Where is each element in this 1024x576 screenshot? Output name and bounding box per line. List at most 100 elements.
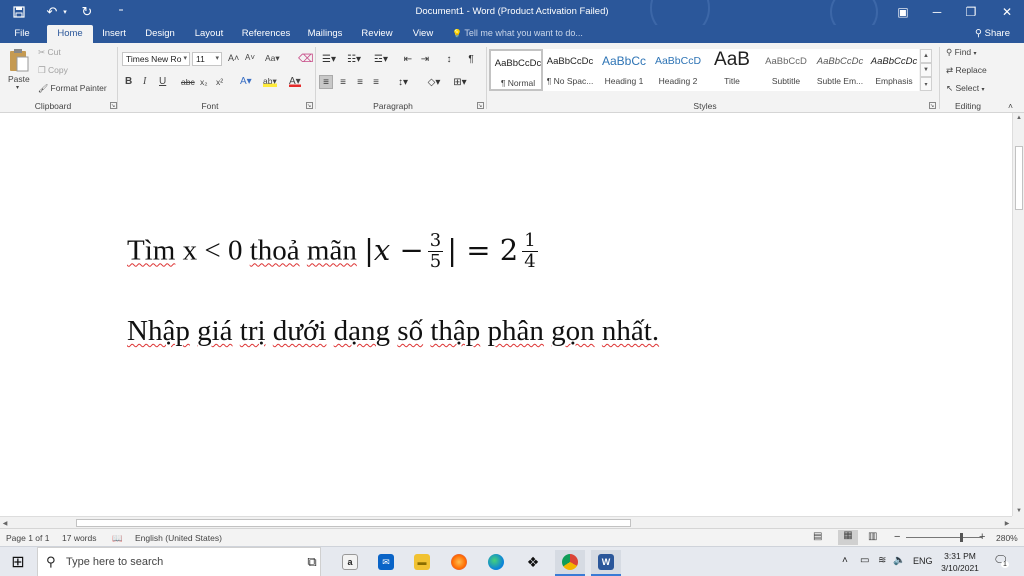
style-title[interactable]: AaB Title: [705, 49, 759, 91]
center-button[interactable]: ≡: [336, 75, 350, 89]
paste-icon[interactable]: [6, 46, 32, 74]
page-count[interactable]: Page 1 of 1: [6, 533, 49, 543]
amazon-icon[interactable]: a: [335, 550, 365, 574]
styles-launcher-icon[interactable]: ↘: [929, 102, 936, 109]
font-launcher-icon[interactable]: ↘: [306, 102, 313, 109]
shrink-font-button[interactable]: A˅: [245, 53, 255, 62]
subscript-button[interactable]: x₂: [200, 77, 208, 87]
windows-start-icon[interactable]: ⊞: [3, 550, 33, 574]
style-subtitle[interactable]: AaBbCcD Subtitle: [759, 49, 813, 91]
zoom-slider-knob[interactable]: [959, 533, 963, 542]
show-formatting-marks-button[interactable]: ¶: [464, 52, 478, 66]
instruction-line[interactable]: Nhập giá trị dưới dạng số thập phân gọn …: [127, 315, 659, 348]
line-spacing-button[interactable]: ↕▾: [393, 75, 413, 89]
tab-layout[interactable]: Layout: [190, 25, 228, 43]
volume-icon[interactable]: 🔈: [893, 555, 905, 566]
shading-button[interactable]: ◇▾: [424, 75, 444, 89]
zoom-out-button[interactable]: −: [894, 531, 900, 543]
underline-button[interactable]: U: [159, 76, 166, 87]
chrome-icon[interactable]: [555, 550, 585, 574]
tab-view[interactable]: View: [406, 25, 440, 43]
math-equation[interactable]: |x −3 5 | = 214: [364, 231, 542, 272]
file-explorer-icon[interactable]: ▬: [407, 550, 437, 574]
text-effects-button[interactable]: A▾: [240, 76, 252, 87]
horizontal-scroll-thumb[interactable]: [76, 519, 631, 527]
clipboard-launcher-icon[interactable]: ↘: [110, 102, 117, 109]
increase-indent-button[interactable]: ⇥: [418, 52, 432, 66]
zoom-in-button[interactable]: +: [979, 531, 985, 543]
wifi-icon[interactable]: ≋: [878, 555, 886, 566]
ribbon-display-icon[interactable]: ▣: [888, 2, 918, 22]
restore-icon[interactable]: ❐: [956, 2, 986, 22]
proofing-icon[interactable]: 📖: [112, 533, 123, 544]
format-painter-button[interactable]: 🖌 Format Painter: [38, 83, 107, 93]
font-color-button[interactable]: A▾: [289, 76, 301, 87]
document-page[interactable]: Tìm x < 0 thoả mãn |x −3 5 | = 214 Nhập gi…: [0, 113, 1012, 516]
horizontal-scrollbar[interactable]: ◀ ▶: [0, 516, 1012, 528]
copy-button[interactable]: ❐ Copy: [38, 65, 68, 76]
style-no-spacing[interactable]: AaBbCcDc ¶ No Spac...: [543, 49, 597, 91]
taskbar-clock[interactable]: 3:31 PM 3/10/2021: [930, 550, 990, 574]
scroll-down-icon[interactable]: ▼: [1013, 506, 1024, 516]
sort-button[interactable]: ↕: [442, 52, 456, 66]
edge-icon[interactable]: [481, 550, 511, 574]
zoom-level[interactable]: 280%: [996, 533, 1018, 543]
highlight-button[interactable]: ab▾: [263, 76, 277, 87]
styles-more-icon[interactable]: ▾: [920, 77, 932, 91]
taskbar-search-box[interactable]: ⚲ Type here to search: [37, 547, 321, 576]
question-line[interactable]: Tìm x < 0 thoả mãn |x −3 5 | = 214: [127, 231, 542, 272]
dropbox-icon[interactable]: ❖: [518, 550, 548, 574]
tell-me-box[interactable]: 💡 Tell me what you want to do...: [452, 25, 583, 43]
align-left-button[interactable]: ≡: [319, 75, 333, 89]
battery-icon[interactable]: ▭: [860, 555, 869, 566]
paste-dropdown-icon[interactable]: ▾: [16, 84, 19, 91]
italic-button[interactable]: I: [143, 76, 146, 87]
collapse-ribbon-icon[interactable]: ˄: [1008, 101, 1013, 111]
tab-mailings[interactable]: Mailings: [303, 25, 347, 43]
superscript-button[interactable]: x²: [216, 77, 223, 87]
close-icon[interactable]: ✕: [992, 2, 1022, 22]
mail-icon[interactable]: ✉: [371, 550, 401, 574]
print-layout-icon[interactable]: ▦: [838, 530, 858, 545]
tab-insert[interactable]: Insert: [98, 25, 130, 43]
word-count[interactable]: 17 words: [62, 533, 97, 543]
tray-chevron-icon[interactable]: ˄: [842, 555, 848, 566]
strikethrough-button[interactable]: abc: [181, 77, 195, 87]
bold-button[interactable]: B: [125, 76, 132, 87]
bullets-button[interactable]: ☰▾: [320, 52, 338, 66]
paragraph-launcher-icon[interactable]: ↘: [477, 102, 484, 109]
style-heading-1[interactable]: AaBbCc Heading 1: [597, 49, 651, 91]
replace-button[interactable]: ⇄ Replace: [946, 65, 987, 76]
font-name-combo[interactable]: Times New Ro ▾: [122, 52, 190, 66]
word-icon[interactable]: W: [591, 550, 621, 574]
decrease-indent-button[interactable]: ⇤: [401, 52, 415, 66]
tab-review[interactable]: Review: [358, 25, 396, 43]
vertical-scrollbar[interactable]: ▲ ▼: [1012, 113, 1024, 516]
tab-references[interactable]: References: [239, 25, 293, 43]
grow-font-button[interactable]: A˄: [228, 53, 239, 63]
select-button[interactable]: ↖ Select ▾: [946, 83, 985, 94]
justify-button[interactable]: ≡: [369, 75, 383, 89]
style-subtle-emphasis[interactable]: AaBbCcDc Subtle Em...: [813, 49, 867, 91]
borders-button[interactable]: ⊞▾: [450, 75, 470, 89]
tab-design[interactable]: Design: [141, 25, 179, 43]
style-normal[interactable]: AaBbCcDc ¶ Normal: [489, 49, 543, 91]
notifications-icon[interactable]: 🗨 1: [993, 553, 1009, 568]
find-button[interactable]: ⚲ Find ▾: [946, 47, 977, 58]
zoom-slider[interactable]: [906, 537, 982, 538]
vertical-scroll-thumb[interactable]: [1015, 146, 1023, 210]
style-heading-2[interactable]: AaBbCcD Heading 2: [651, 49, 705, 91]
web-layout-icon[interactable]: ▥: [868, 531, 877, 542]
task-view-icon[interactable]: ⧉: [297, 550, 327, 574]
language-status[interactable]: English (United States): [135, 533, 222, 543]
numbering-button[interactable]: ☷▾: [345, 52, 363, 66]
align-right-button[interactable]: ≡: [353, 75, 367, 89]
share-button[interactable]: ⚲ Share: [975, 25, 1010, 43]
scroll-up-icon[interactable]: ▲: [1013, 113, 1024, 123]
minimize-icon[interactable]: ─: [922, 2, 952, 22]
style-emphasis[interactable]: AaBbCcDc Emphasis: [867, 49, 921, 91]
tab-home[interactable]: Home: [47, 25, 93, 43]
paste-label[interactable]: Paste: [8, 74, 30, 84]
cut-button[interactable]: ✂ Cut: [38, 47, 61, 58]
font-size-combo[interactable]: 11 ▾: [192, 52, 222, 66]
